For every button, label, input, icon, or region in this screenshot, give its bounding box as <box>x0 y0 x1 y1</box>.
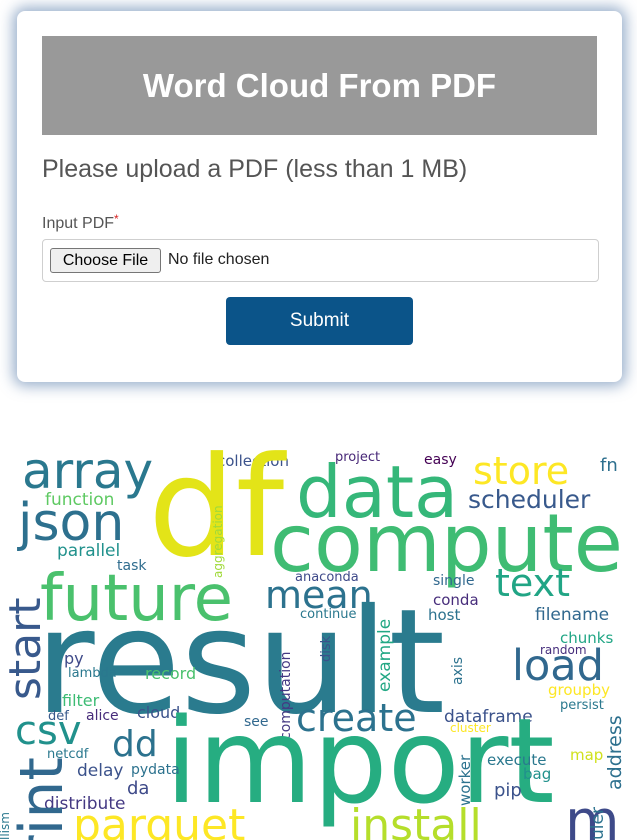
file-status-text: No file chosen <box>168 251 270 268</box>
title-banner: Word Cloud From PDF <box>42 36 597 135</box>
cloud-word: disk <box>319 635 334 662</box>
input-pdf-label: Input PDF* <box>42 212 119 233</box>
cloud-word: address <box>604 715 626 790</box>
cloud-word: parquet <box>73 800 245 840</box>
cloud-word: function <box>45 490 114 510</box>
upload-card: Word Cloud From PDF Please upload a PDF … <box>17 11 622 382</box>
cloud-word: random <box>540 643 587 657</box>
cloud-word: example <box>375 619 395 692</box>
cloud-word: worker <box>456 754 474 806</box>
cloud-word: map <box>570 746 603 764</box>
cloud-word: record <box>145 664 196 683</box>
upload-instruction: Please upload a PDF (less than 1 MB) <box>42 155 468 183</box>
file-input[interactable]: Choose File No file chosen <box>42 239 599 282</box>
cloud-word: lambda <box>68 666 117 681</box>
cloud-word: install <box>350 800 482 840</box>
cloud-word: da <box>127 778 149 799</box>
cloud-word: parallel <box>57 541 120 561</box>
cloud-word: text <box>495 561 570 605</box>
cloud-word: rint <box>7 757 77 840</box>
word-cloud-image: array collection project easy fn df data… <box>0 440 637 840</box>
cloud-word: groupby <box>548 681 610 699</box>
cloud-word: delay <box>77 761 123 781</box>
cloud-word: uler <box>588 807 608 840</box>
cloud-word: pydata <box>131 762 180 778</box>
cloud-word: llism <box>0 812 12 840</box>
cloud-word: filename <box>535 605 609 625</box>
cloud-word: persist <box>560 698 604 713</box>
choose-file-button[interactable]: Choose File <box>50 248 161 273</box>
word-cloud-svg: array collection project easy fn df data… <box>0 440 626 840</box>
page-title: Word Cloud From PDF <box>142 66 497 104</box>
cloud-word: alice <box>86 708 119 724</box>
submit-button[interactable]: Submit <box>226 297 413 345</box>
cloud-word: bag <box>523 765 551 783</box>
cloud-word: pip <box>494 780 522 801</box>
cloud-word: dd <box>112 724 158 765</box>
required-marker: * <box>114 212 119 226</box>
cloud-word: axis <box>450 657 466 685</box>
input-pdf-label-text: Input PDF <box>42 215 115 232</box>
cloud-word: fn <box>600 455 618 476</box>
